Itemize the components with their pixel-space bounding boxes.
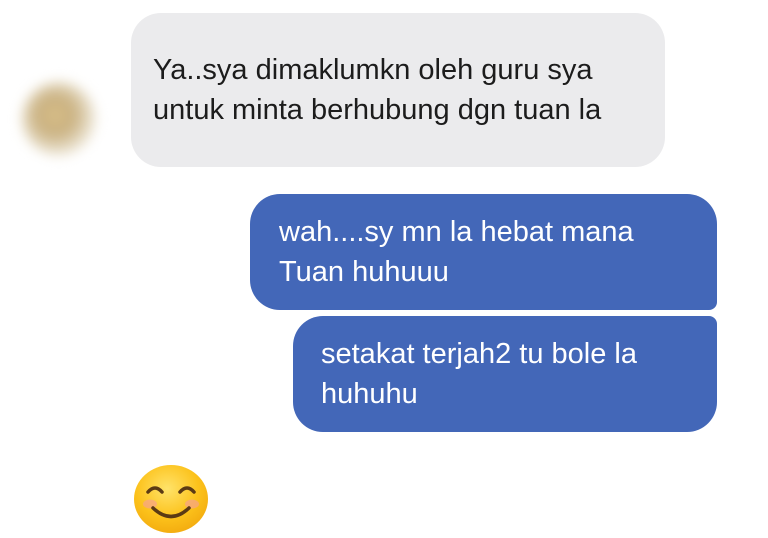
outgoing-message-bubble[interactable]: wah....sy mn la hebat mana Tuan huhuuu xyxy=(250,194,717,310)
chat-thread: Ya..sya dimaklumkn oleh guru sya untuk m… xyxy=(0,0,768,538)
outgoing-message-text: setakat terjah2 tu bole la huhuhu xyxy=(321,338,637,410)
outgoing-message-text: wah....sy mn la hebat mana Tuan huhuuu xyxy=(279,216,634,288)
sender-avatar[interactable] xyxy=(22,82,96,156)
incoming-message-text: Ya..sya dimaklumkn oleh guru sya untuk m… xyxy=(153,54,602,126)
outgoing-message-bubble[interactable]: setakat terjah2 tu bole la huhuhu xyxy=(293,316,717,432)
smiling-face-emoji-icon[interactable] xyxy=(131,461,211,533)
incoming-message-bubble[interactable]: Ya..sya dimaklumkn oleh guru sya untuk m… xyxy=(131,13,665,167)
